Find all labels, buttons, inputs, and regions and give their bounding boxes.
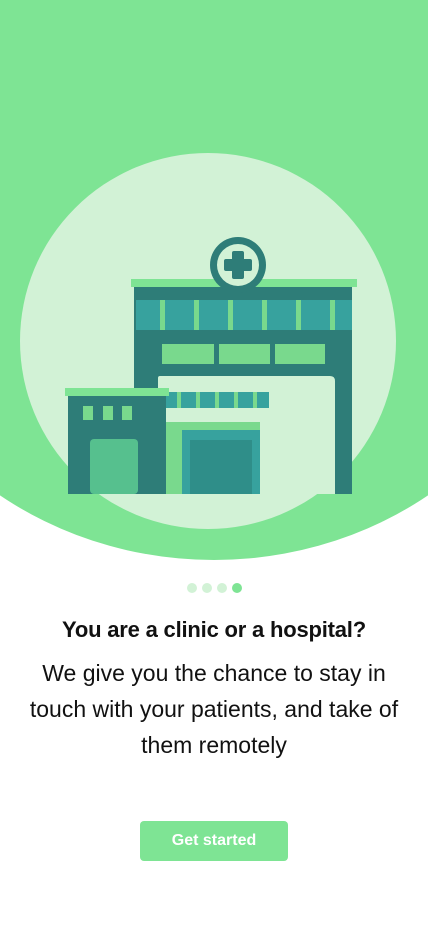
get-started-button[interactable]: Get started — [140, 821, 288, 861]
hospital-building-illustration — [0, 0, 428, 560]
pager-dot[interactable] — [201, 583, 212, 593]
pager-dot[interactable] — [216, 583, 227, 593]
onboarding-pager — [0, 583, 428, 593]
onboarding-description: We give you the chance to stay in touch … — [29, 660, 399, 758]
hero-background — [0, 0, 428, 560]
pager-dot[interactable] — [186, 583, 197, 593]
onboarding-title: You are a clinic or a hospital? — [62, 617, 366, 642]
pager-dot-active[interactable] — [231, 583, 242, 593]
medical-cross-icon — [210, 237, 266, 293]
